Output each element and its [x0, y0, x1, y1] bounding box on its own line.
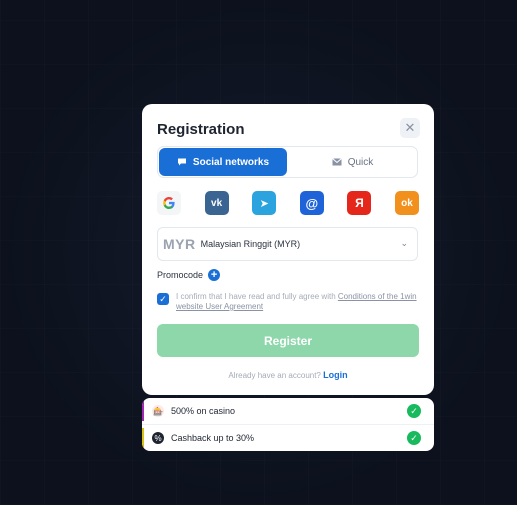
- google-login-button[interactable]: [157, 191, 181, 215]
- registration-tabs: Social networks Quick: [157, 146, 418, 178]
- yandex-login-button[interactable]: Я: [347, 191, 372, 215]
- close-button[interactable]: ✕: [400, 118, 420, 138]
- agreement-text: I confirm that I have read and fully agr…: [176, 292, 419, 312]
- telegram-login-button[interactable]: ➤: [252, 191, 277, 215]
- bonus-text: Cashback up to 30%: [171, 433, 255, 443]
- yandex-icon: Я: [355, 196, 364, 210]
- mail-icon: @: [305, 195, 319, 211]
- check-icon: ✓: [407, 431, 421, 445]
- tab-label: Quick: [347, 156, 374, 168]
- registration-modal: Registration ✕ Social networks Quick vk …: [142, 104, 434, 395]
- telegram-icon: ➤: [259, 197, 269, 210]
- agreement-checkbox[interactable]: ✓: [157, 293, 169, 305]
- have-account-text: Already have an account?: [228, 371, 321, 380]
- promocode-toggle[interactable]: Promocode +: [157, 269, 221, 281]
- currency-select[interactable]: MYR Malaysian Ringgit (MYR) ⌄: [157, 227, 418, 261]
- modal-title: Registration: [157, 121, 245, 138]
- casino-icon: 🎰: [152, 405, 164, 417]
- odnoklassniki-icon: ok: [401, 197, 413, 209]
- login-link[interactable]: Login: [323, 370, 348, 380]
- agreement-statement: I confirm that I have read and fully agr…: [176, 292, 336, 301]
- currency-name: Malaysian Ringgit (MYR): [200, 239, 301, 249]
- list-item: 🎰 500% on casino ✓: [142, 398, 434, 424]
- envelope-icon: [331, 158, 342, 166]
- bonus-text: 500% on casino: [171, 406, 236, 416]
- social-login-row: vk ➤ @ Я ok: [157, 191, 419, 215]
- promocode-label: Promocode: [157, 270, 204, 280]
- bonus-list: 🎰 500% on casino ✓ % Cashback up to 30% …: [142, 398, 434, 451]
- google-icon: [163, 197, 175, 209]
- chevron-down-icon: ⌄: [400, 238, 408, 248]
- login-prompt: Already have an account? Login: [142, 370, 434, 380]
- tab-social-networks[interactable]: Social networks: [159, 148, 287, 176]
- list-item: % Cashback up to 30% ✓: [142, 424, 434, 451]
- register-button[interactable]: Register: [157, 324, 419, 357]
- chat-bubble-icon: [177, 158, 186, 166]
- agreement-row: ✓ I confirm that I have read and fully a…: [157, 292, 419, 312]
- odnoklassniki-login-button[interactable]: ok: [394, 191, 419, 215]
- bonus-color-bar: [142, 401, 144, 421]
- vk-login-button[interactable]: vk: [204, 191, 229, 215]
- tab-quick[interactable]: Quick: [288, 147, 417, 177]
- close-icon: ✕: [404, 120, 416, 135]
- plus-icon: +: [208, 269, 221, 281]
- cashback-icon: %: [152, 432, 164, 444]
- bonus-color-bar: [142, 428, 144, 448]
- mail-login-button[interactable]: @: [299, 191, 324, 215]
- check-icon: ✓: [407, 404, 421, 418]
- currency-code: MYR: [163, 236, 196, 252]
- vk-icon: vk: [211, 197, 223, 209]
- tab-label: Social networks: [192, 156, 270, 168]
